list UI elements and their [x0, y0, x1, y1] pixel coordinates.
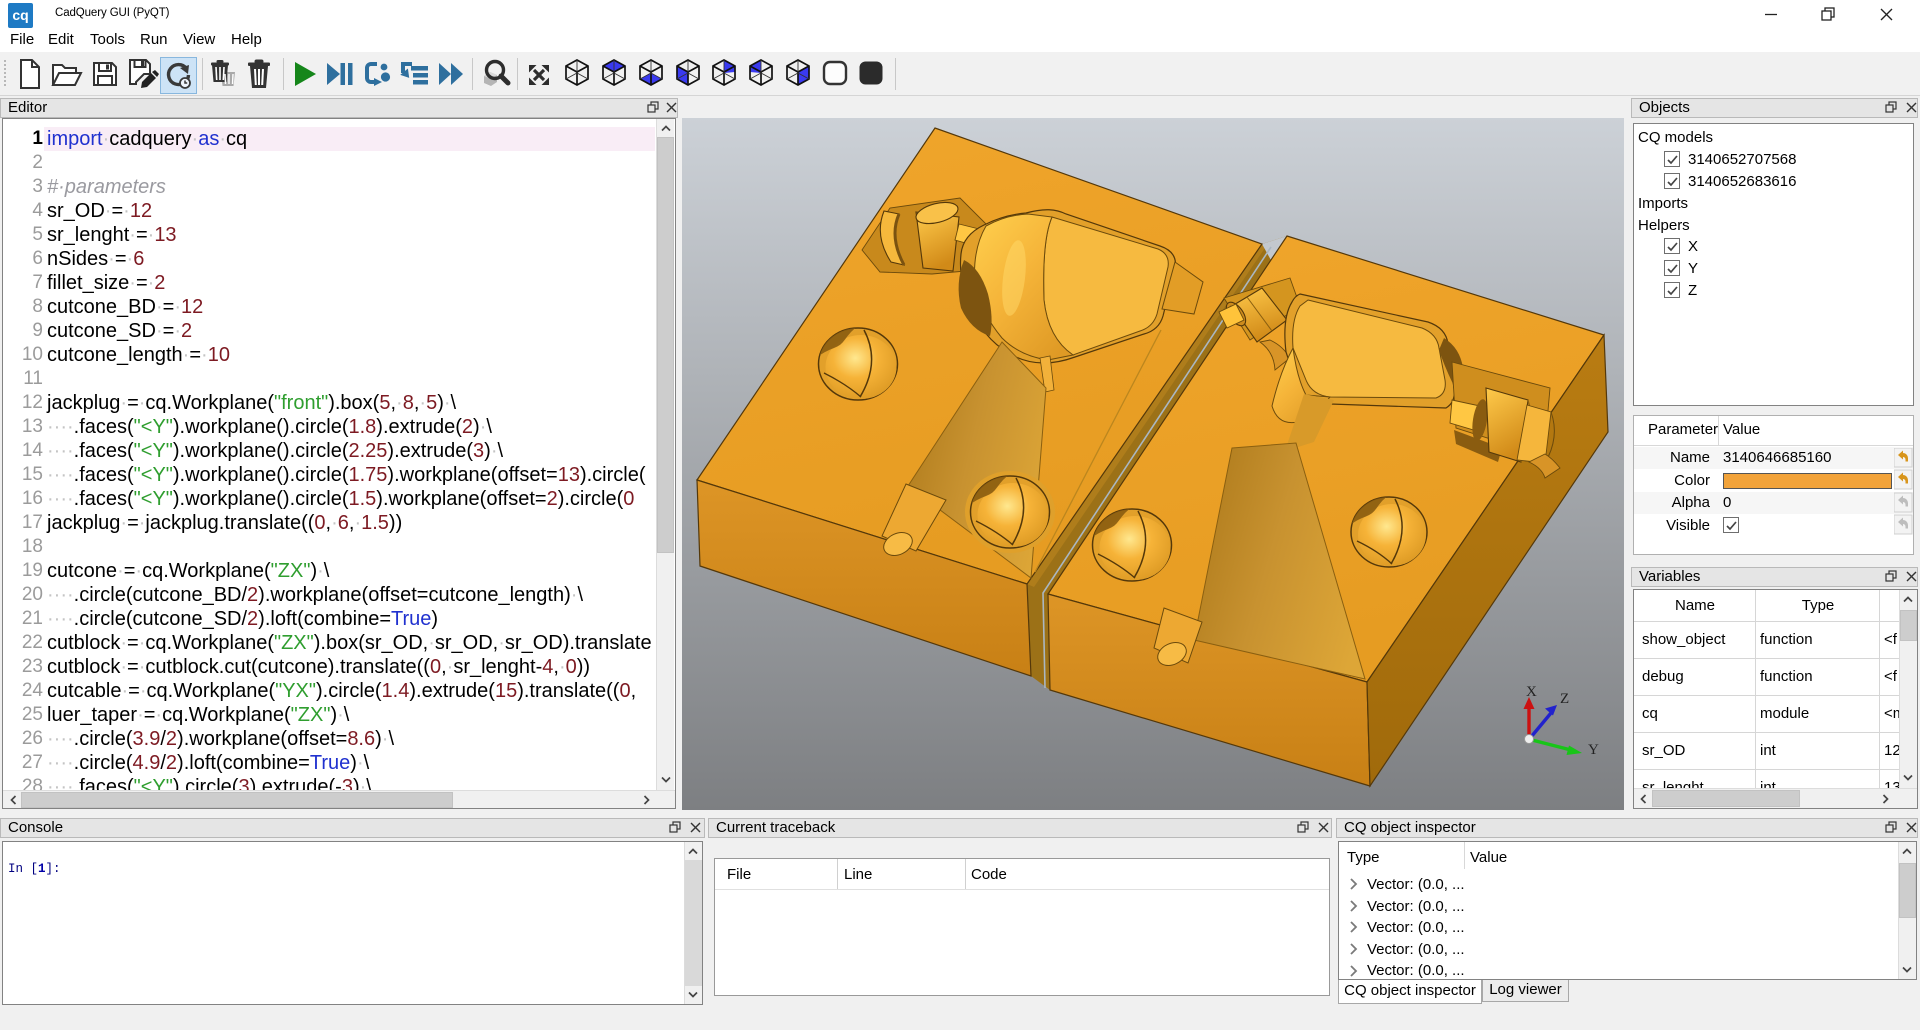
svg-text:X: X [1526, 684, 1537, 700]
svg-text:Z: Z [1560, 691, 1569, 707]
svg-text:Y: Y [1588, 742, 1599, 758]
